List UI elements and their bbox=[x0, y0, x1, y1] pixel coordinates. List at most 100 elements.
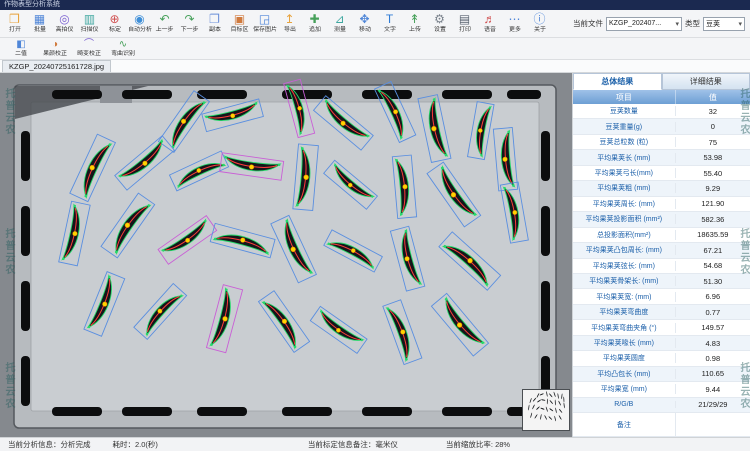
toolbar-target-region-button[interactable]: ▣目标区 bbox=[227, 13, 252, 34]
toolbar-button-label: 打开 bbox=[9, 27, 21, 34]
toolbar-redo-button[interactable]: ↷下一步 bbox=[177, 13, 202, 34]
text-icon: T bbox=[386, 13, 393, 26]
result-item-label: 平均果荚弓长(mm) bbox=[573, 168, 676, 178]
result-item-label: 平均果荚凸包周长: (mm) bbox=[573, 245, 676, 255]
secondary-toolbar: ◧二值◑果颜校正⌒畸变校正∿弯曲识别 bbox=[0, 38, 750, 60]
move-icon: ✥ bbox=[359, 13, 369, 26]
toolbar-distortion-correct-button[interactable]: ⌒畸变校正 bbox=[72, 39, 106, 58]
toolbar-about-button[interactable]: ⓘ关于 bbox=[527, 13, 552, 34]
save-image-icon: ◲ bbox=[259, 13, 270, 26]
redo-icon: ↷ bbox=[184, 13, 194, 26]
toolbar-print-button[interactable]: ▤打印 bbox=[452, 13, 477, 34]
result-row: 平均果荚凸包周长: (mm)67.21 bbox=[573, 243, 750, 258]
toolbar-more-button[interactable]: ⋯更多 bbox=[502, 13, 527, 34]
app-window: 作物表型分析系统 ❒打开▦批量◎高拍仪▥扫描仪⊕标定◉自动分析↶上一步↷下一步❐… bbox=[0, 0, 750, 451]
result-item-label: 平均果荚周长: (mm) bbox=[573, 199, 676, 209]
result-row: 平均果荚喙长 (mm)4.83 bbox=[573, 336, 750, 351]
toolbar-right-controls: 当前文件 KZGP_202407... ▾ 类型 豆荚 ▾ bbox=[573, 17, 748, 31]
results-table-header: 项目 值 bbox=[573, 90, 750, 104]
tab-overall-results[interactable]: 总体结果 bbox=[573, 73, 662, 90]
toolbar-open-button[interactable]: ❒打开 bbox=[2, 13, 27, 34]
toolbar-doc-camera-button[interactable]: ◎高拍仪 bbox=[52, 13, 77, 34]
result-item-value: 9.44 bbox=[676, 385, 750, 394]
overview-thumbnail[interactable] bbox=[522, 389, 570, 431]
result-row: 平均果荚宽: (mm)6.96 bbox=[573, 289, 750, 304]
results-panel: 总体结果 详细结果 项目 值 豆荚数量32豆荚重量(g)0豆荚总粒数 (粒)75… bbox=[572, 73, 750, 437]
result-item-value: 18635.59 bbox=[676, 230, 750, 239]
toolbar-button-label: 弯曲识别 bbox=[111, 51, 135, 58]
toolbar-button-label: 移动 bbox=[359, 27, 371, 34]
result-item-value: 0 bbox=[676, 122, 750, 131]
toolbar-button-label: 目标区 bbox=[231, 27, 249, 34]
toolbar-text-button[interactable]: T文字 bbox=[377, 13, 402, 34]
toolbar-batch-button[interactable]: ▦批量 bbox=[27, 13, 52, 34]
result-item-label: 平均果荚喙长 (mm) bbox=[573, 338, 676, 348]
tab-detailed-results[interactable]: 详细结果 bbox=[662, 73, 750, 90]
result-item-value: 75 bbox=[676, 138, 750, 147]
toolbar-move-button[interactable]: ✥移动 bbox=[352, 13, 377, 34]
distortion-correct-icon: ⌒ bbox=[84, 39, 94, 50]
toolbar-button-label: 关于 bbox=[534, 27, 546, 34]
toolbar-voice-button[interactable]: ♬语音 bbox=[477, 13, 502, 34]
toolbar-save-image-button[interactable]: ◲保存图片 bbox=[252, 13, 277, 34]
type-select[interactable]: 豆荚 ▾ bbox=[703, 17, 745, 31]
toolbar-export-button[interactable]: ↥导出 bbox=[277, 13, 302, 34]
result-item-value: 0.98 bbox=[676, 354, 750, 363]
result-item-label: 平均果荚长 (mm) bbox=[573, 153, 676, 163]
result-item-label: 平均果荚宽: (mm) bbox=[573, 292, 676, 302]
toolbar-auto-analyze-button[interactable]: ◉自动分析 bbox=[127, 13, 152, 34]
result-item-value: 21/29/29 bbox=[676, 400, 750, 409]
toolbar-undo-button[interactable]: ↶上一步 bbox=[152, 13, 177, 34]
toolbar-append-button[interactable]: ✚追加 bbox=[302, 13, 327, 34]
open-icon: ❒ bbox=[9, 13, 20, 26]
type-value: 豆荚 bbox=[706, 19, 720, 29]
toolbar-button-label: 下一步 bbox=[181, 27, 199, 34]
results-tabs: 总体结果 详细结果 bbox=[573, 73, 750, 90]
result-item-label: 平均果荚弯曲度 bbox=[573, 307, 676, 317]
toolbar-calibrate-button[interactable]: ⊕标定 bbox=[102, 13, 127, 34]
result-item-label: 平均果荚粗 (mm) bbox=[573, 183, 676, 193]
result-item-value: 53.98 bbox=[676, 153, 750, 162]
toolbar-button-label: 测量 bbox=[334, 27, 346, 34]
result-row: 平均果荚弯曲度0.77 bbox=[573, 305, 750, 320]
column-header-item: 项目 bbox=[573, 90, 676, 104]
image-canvas[interactable] bbox=[0, 73, 572, 437]
curve-detect-icon: ∿ bbox=[119, 39, 127, 50]
toolbar-button-label: 导出 bbox=[284, 27, 296, 34]
file-tab[interactable]: KZGP_20240725161728.jpg bbox=[2, 60, 111, 72]
append-icon: ✚ bbox=[309, 13, 319, 26]
result-item-value: 6.96 bbox=[676, 292, 750, 301]
result-row: 平均果荚周长: (mm)121.90 bbox=[573, 197, 750, 212]
toolbar-button-label: 自动分析 bbox=[128, 27, 152, 34]
column-header-value: 值 bbox=[676, 90, 750, 104]
toolbar-curve-detect-button[interactable]: ∿弯曲识别 bbox=[106, 39, 140, 58]
current-file-select[interactable]: KZGP_202407... ▾ bbox=[606, 17, 682, 31]
toolbar-button-label: 二值 bbox=[15, 51, 27, 58]
toolbar-button-label: 语音 bbox=[484, 27, 496, 34]
result-row: 平均果荚弯曲夹角 (°)149.57 bbox=[573, 320, 750, 335]
result-row: 平均果荚弦长: (mm)54.68 bbox=[573, 259, 750, 274]
toolbar-scanner-button[interactable]: ▥扫描仪 bbox=[77, 13, 102, 34]
result-item-value: 4.83 bbox=[676, 339, 750, 348]
result-item-label: 总投影面积(mm²) bbox=[573, 230, 676, 240]
note-row: 备注 bbox=[573, 413, 750, 437]
current-file-value: KZGP_202407... bbox=[609, 20, 661, 27]
result-item-value: 9.29 bbox=[676, 184, 750, 193]
toolbar-button-label: 果颜校正 bbox=[43, 51, 67, 58]
result-item-label: 平均凸包长 (mm) bbox=[573, 369, 676, 379]
result-item-value: 110.65 bbox=[676, 369, 750, 378]
toolbar-upload-button[interactable]: ↟上传 bbox=[402, 13, 427, 34]
toolbar-measure-button[interactable]: ⊿测量 bbox=[327, 13, 352, 34]
status-bar: 当前分析信息：分析完成 耗时：2.0(秒) 当前标定信息备注：毫米仪 当前缩放比… bbox=[0, 437, 750, 451]
toolbar-binary-button[interactable]: ◧二值 bbox=[4, 39, 38, 58]
toolbar-duplicate-button[interactable]: ❐副本 bbox=[202, 13, 227, 34]
export-icon: ↥ bbox=[284, 13, 294, 26]
analyzed-image bbox=[0, 73, 572, 437]
doc-camera-icon: ◎ bbox=[59, 13, 69, 26]
result-row: 平均果荚长 (mm)53.98 bbox=[573, 150, 750, 165]
result-item-value: 582.36 bbox=[676, 215, 750, 224]
toolbar-settings-button[interactable]: ⚙设置 bbox=[427, 13, 452, 34]
voice-icon: ♬ bbox=[484, 13, 496, 26]
toolbar-button-label: 文字 bbox=[384, 27, 396, 34]
toolbar-pod-color-correct-button[interactable]: ◑果颜校正 bbox=[38, 39, 72, 58]
